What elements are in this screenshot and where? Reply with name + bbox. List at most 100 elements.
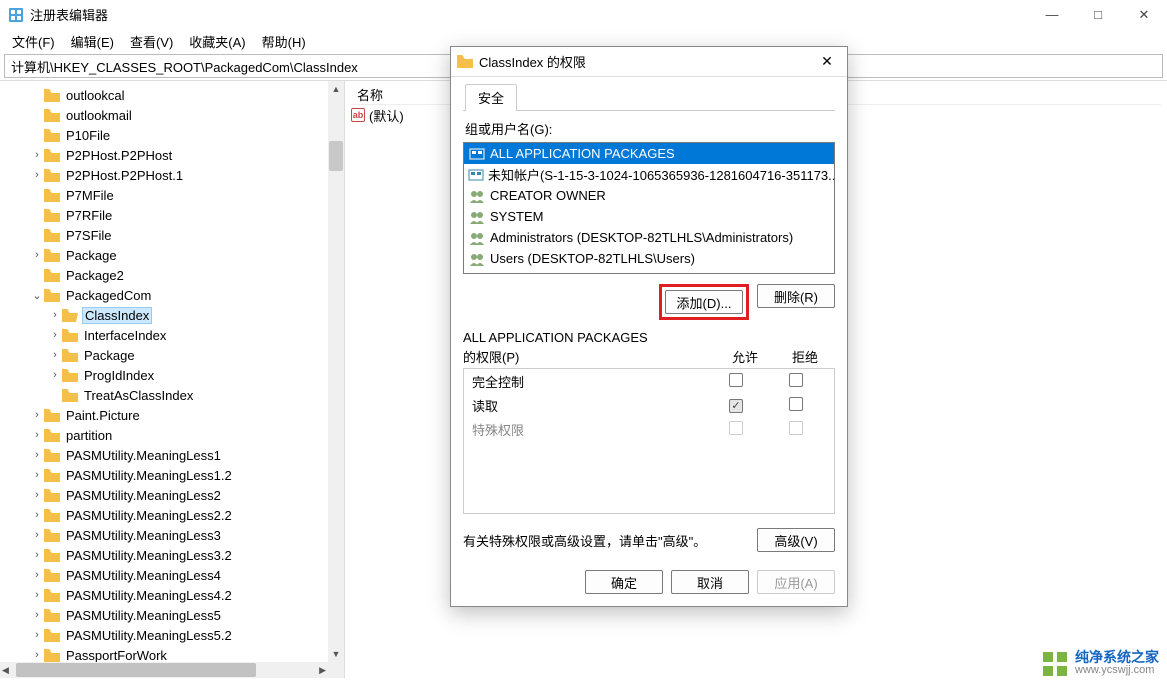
- tree-expander-icon[interactable]: ›: [30, 429, 44, 441]
- tree-item-label: PASMUtility.MeaningLess2.2: [64, 508, 234, 523]
- add-button[interactable]: 添加(D)...: [665, 290, 743, 314]
- tree-item[interactable]: ›PASMUtility.MeaningLess3: [0, 525, 344, 545]
- col-name[interactable]: 名称: [351, 85, 389, 104]
- tree-item-label: PASMUtility.MeaningLess5.2: [64, 628, 234, 643]
- allow-checkbox[interactable]: [729, 373, 743, 387]
- tree-item[interactable]: › PASMUtility.MeaningLess2.2: [0, 505, 344, 525]
- group-users-label: 组或用户名(G):: [465, 119, 835, 138]
- tree-expander-icon[interactable]: ›: [30, 149, 44, 161]
- tree-expander-icon[interactable]: ›: [30, 469, 44, 481]
- tree-item[interactable]: › P2PHost.P2PHost.1: [0, 165, 344, 185]
- apply-button[interactable]: 应用(A): [757, 570, 835, 594]
- tree-expander-icon[interactable]: ›: [48, 349, 62, 361]
- tree-expander-icon[interactable]: ›: [30, 529, 44, 541]
- users-listbox[interactable]: ALL APPLICATION PACKAGES未知帐户(S-1-15-3-10…: [463, 142, 835, 274]
- tree-item[interactable]: P7MFile: [0, 185, 344, 205]
- tree-expander-icon[interactable]: ›: [30, 449, 44, 461]
- tree-item[interactable]: › PASMUtility.MeaningLess5.2: [0, 625, 344, 645]
- tree-item[interactable]: › PASMUtility.MeaningLess5: [0, 605, 344, 625]
- folder-icon: [44, 509, 60, 522]
- tree-item-label: PASMUtility.MeaningLess5: [64, 608, 223, 623]
- tree-item[interactable]: ›ClassIndex: [0, 305, 344, 325]
- tree-expander-icon[interactable]: ›: [30, 409, 44, 421]
- tree-item-label: PASMUtility.MeaningLess4.2: [64, 588, 234, 603]
- tree-item[interactable]: ›PASMUtility.MeaningLess1.2: [0, 465, 344, 485]
- folder-icon: [44, 189, 60, 202]
- tree-expander-icon[interactable]: ›: [30, 489, 44, 501]
- user-list-item[interactable]: ALL APPLICATION PACKAGES: [464, 143, 834, 164]
- close-button[interactable]: ✕: [1121, 0, 1167, 30]
- dialog-tabs: 安全: [463, 83, 835, 111]
- tree-item[interactable]: TreatAsClassIndex: [0, 385, 344, 405]
- deny-checkbox[interactable]: [789, 397, 803, 411]
- tree-item-label: P2PHost.P2PHost.1: [64, 168, 185, 183]
- tree-item[interactable]: ›Package: [0, 245, 344, 265]
- tree-item[interactable]: P7RFile: [0, 205, 344, 225]
- permissions-for-label: ALL APPLICATION PACKAGES: [463, 330, 835, 345]
- tree-expander-icon[interactable]: ›: [30, 649, 44, 661]
- menu-file[interactable]: 文件(F): [4, 31, 63, 52]
- tree-item[interactable]: ›P2PHost.P2PHost: [0, 145, 344, 165]
- tree-item[interactable]: ›PASMUtility.MeaningLess4: [0, 565, 344, 585]
- tree-item-label: Package: [82, 348, 137, 363]
- menu-view[interactable]: 查看(V): [122, 31, 181, 52]
- tree-item[interactable]: › PASMUtility.MeaningLess4.2: [0, 585, 344, 605]
- allow-checkbox[interactable]: [729, 399, 743, 413]
- allow-checkbox[interactable]: [729, 421, 743, 435]
- tree-expander-icon[interactable]: ›: [30, 629, 44, 641]
- user-list-item[interactable]: SYSTEM: [464, 206, 834, 227]
- tree-scrollbar[interactable]: ▲ ▼: [328, 81, 344, 678]
- tree-expander-icon[interactable]: ⌄: [30, 289, 44, 302]
- user-list-item[interactable]: 未知帐户(S-1-15-3-1024-1065365936-1281604716…: [464, 164, 834, 185]
- tree-item[interactable]: outlookcal: [0, 85, 344, 105]
- tree-item[interactable]: ⌄PackagedCom: [0, 285, 344, 305]
- advanced-button[interactable]: 高级(V): [757, 528, 835, 552]
- remove-button[interactable]: 删除(R): [757, 284, 835, 308]
- tree-item[interactable]: › Package: [0, 345, 344, 365]
- minimize-button[interactable]: —: [1029, 0, 1075, 30]
- tree-item[interactable]: ›PASMUtility.MeaningLess1: [0, 445, 344, 465]
- user-list-item[interactable]: Users (DESKTOP-82TLHLS\Users): [464, 248, 834, 269]
- tree-expander-icon[interactable]: ›: [48, 309, 62, 321]
- tree-item[interactable]: ›InterfaceIndex: [0, 325, 344, 345]
- user-list-item[interactable]: Administrators (DESKTOP-82TLHLS\Administ…: [464, 227, 834, 248]
- tree-item[interactable]: P10File: [0, 125, 344, 145]
- tree-expander-icon[interactable]: ›: [30, 509, 44, 521]
- tree-expander-icon[interactable]: ›: [30, 569, 44, 581]
- tree-expander-icon[interactable]: ›: [48, 329, 62, 341]
- menu-edit[interactable]: 编辑(E): [63, 31, 122, 52]
- deny-checkbox[interactable]: [789, 421, 803, 435]
- tree-item[interactable]: › ProgIdIndex: [0, 365, 344, 385]
- tree-item[interactable]: ›Paint.Picture: [0, 405, 344, 425]
- folder-icon: [44, 109, 60, 122]
- menu-help[interactable]: 帮助(H): [254, 31, 314, 52]
- tab-security[interactable]: 安全: [465, 84, 517, 111]
- tree-expander-icon[interactable]: ›: [48, 369, 62, 381]
- cancel-button[interactable]: 取消: [671, 570, 749, 594]
- tree-item[interactable]: Package2: [0, 265, 344, 285]
- tree-item-label: PassportForWork: [64, 648, 169, 663]
- deny-checkbox[interactable]: [789, 373, 803, 387]
- tree-expander-icon[interactable]: ›: [30, 549, 44, 561]
- dialog-title: ClassIndex 的权限: [479, 52, 813, 71]
- ok-button[interactable]: 确定: [585, 570, 663, 594]
- user-list-item[interactable]: CREATOR OWNER: [464, 185, 834, 206]
- dialog-close-button[interactable]: ✕: [813, 53, 841, 70]
- tree-item-label: ProgIdIndex: [82, 368, 156, 383]
- user-name: 未知帐户(S-1-15-3-1024-1065365936-1281604716…: [488, 165, 834, 184]
- tree-item[interactable]: ›PASMUtility.MeaningLess3.2: [0, 545, 344, 565]
- tree-expander-icon[interactable]: ›: [30, 609, 44, 621]
- advanced-note: 有关特殊权限或高级设置，请单击"高级"。: [463, 531, 757, 550]
- maximize-button[interactable]: □: [1075, 0, 1121, 30]
- menu-favorites[interactable]: 收藏夹(A): [181, 31, 253, 52]
- tree-expander-icon[interactable]: ›: [30, 589, 44, 601]
- tree-item[interactable]: ›PASMUtility.MeaningLess2: [0, 485, 344, 505]
- tree-item[interactable]: outlookmail: [0, 105, 344, 125]
- tree-expander-icon[interactable]: ›: [30, 249, 44, 261]
- tree-item[interactable]: P7SFile: [0, 225, 344, 245]
- folder-icon: [44, 169, 60, 182]
- tree-item[interactable]: ›partition: [0, 425, 344, 445]
- tree-expander-icon[interactable]: ›: [30, 169, 44, 181]
- folder-icon: [62, 369, 78, 382]
- tree-hscroll[interactable]: ◀ ▶: [0, 662, 328, 678]
